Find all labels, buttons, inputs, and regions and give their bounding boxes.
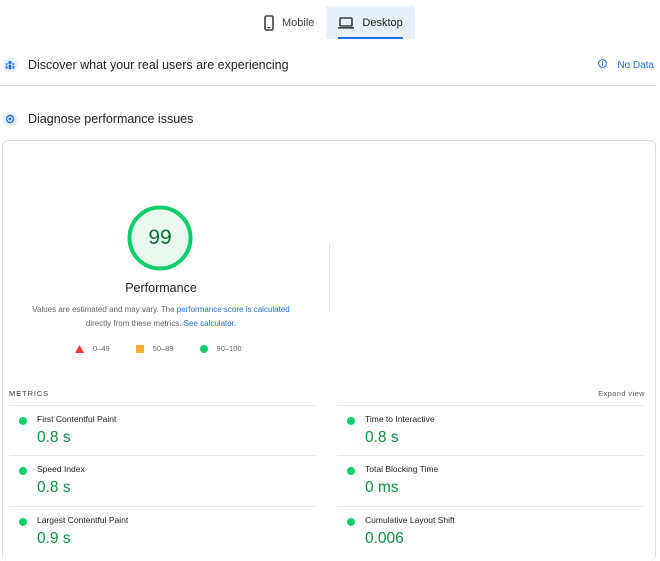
- info-icon: [598, 59, 608, 71]
- legend-good-label: 90–100: [216, 344, 242, 353]
- metric-value: 0.9 s: [37, 530, 71, 547]
- metric-value: 0.8 s: [37, 479, 71, 496]
- metric-first-contentful-paint: First Contentful Paint 0.8 s: [9, 405, 315, 456]
- metrics-header: METRICS: [9, 389, 50, 398]
- metric-name: Speed Index: [37, 464, 85, 474]
- pass-icon: [347, 467, 355, 475]
- tab-desktop-label: Desktop: [362, 16, 403, 29]
- metric-speed-index: Speed Index 0.8 s: [9, 455, 315, 506]
- desc-text-2: directly from these metrics.: [85, 318, 184, 328]
- performance-score: 99: [148, 226, 172, 249]
- performance-description: Values are estimated and may vary. The p…: [3, 303, 319, 330]
- device-tabs: Mobile Desktop: [252, 6, 415, 39]
- metric-name: Time to Interactive: [365, 414, 435, 424]
- desc-text-1: Values are estimated and may vary. The: [32, 305, 177, 314]
- pass-icon: [19, 417, 27, 425]
- field-data-title: Discover what your real users are experi…: [28, 58, 289, 72]
- metric-value: 0.8 s: [37, 429, 71, 446]
- performance-card: 99 Performance Values are estimated and …: [2, 140, 656, 561]
- performance-gauge: 99: [127, 205, 193, 271]
- metric-total-blocking-time: Total Blocking Time 0 ms: [337, 455, 643, 506]
- circle-icon: [199, 344, 208, 353]
- tab-desktop[interactable]: Desktop: [326, 6, 415, 39]
- tab-mobile[interactable]: Mobile: [252, 6, 326, 39]
- diagnose-section: Diagnose performance issues: [0, 106, 660, 132]
- diagnose-icon: [2, 111, 18, 127]
- performance-title: Performance: [125, 281, 197, 295]
- score-legend: 0–49 50–89 90–100: [75, 344, 268, 353]
- pass-icon: [19, 518, 27, 526]
- no-data-label: No Data: [617, 59, 654, 71]
- legend-average-label: 50–89: [152, 344, 174, 353]
- pass-icon: [347, 417, 355, 425]
- score-calculated-link[interactable]: performance score is calculated: [177, 305, 290, 314]
- metric-name: First Contentful Paint: [37, 414, 117, 424]
- metric-time-to-interactive: Time to Interactive 0.8 s: [337, 405, 643, 456]
- laptop-icon: [338, 16, 355, 29]
- square-icon: [135, 344, 144, 353]
- see-calculator-link[interactable]: See calculator.: [184, 319, 236, 328]
- metric-name: Total Blocking Time: [365, 464, 439, 474]
- legend-poor-label: 0–49: [93, 344, 110, 353]
- metric-value: 0.8 s: [365, 429, 399, 446]
- pass-icon: [19, 467, 27, 475]
- vertical-divider: [329, 244, 330, 310]
- metric-cumulative-layout-shift: Cumulative Layout Shift 0.006: [337, 506, 643, 557]
- legend-poor: 0–49: [75, 344, 110, 353]
- pass-icon: [347, 518, 355, 526]
- tab-mobile-label: Mobile: [282, 16, 315, 29]
- field-data-section: Discover what your real users are experi…: [0, 52, 660, 78]
- legend-good: 90–100: [199, 344, 242, 353]
- phone-icon: [264, 14, 274, 31]
- triangle-icon: [75, 344, 84, 353]
- no-data-status[interactable]: No Data: [598, 59, 654, 71]
- diagnose-title: Diagnose performance issues: [28, 112, 194, 126]
- metric-name: Cumulative Layout Shift: [365, 515, 455, 525]
- legend-average: 50–89: [135, 344, 174, 353]
- metric-value: 0.006: [365, 530, 404, 547]
- metric-largest-contentful-paint: Largest Contentful Paint 0.9 s: [9, 506, 315, 557]
- users-icon: [2, 57, 18, 73]
- metric-value: 0 ms: [365, 479, 399, 496]
- expand-view-button[interactable]: Expand view: [598, 389, 645, 398]
- section-divider: [0, 85, 656, 86]
- metric-name: Largest Contentful Paint: [37, 515, 129, 525]
